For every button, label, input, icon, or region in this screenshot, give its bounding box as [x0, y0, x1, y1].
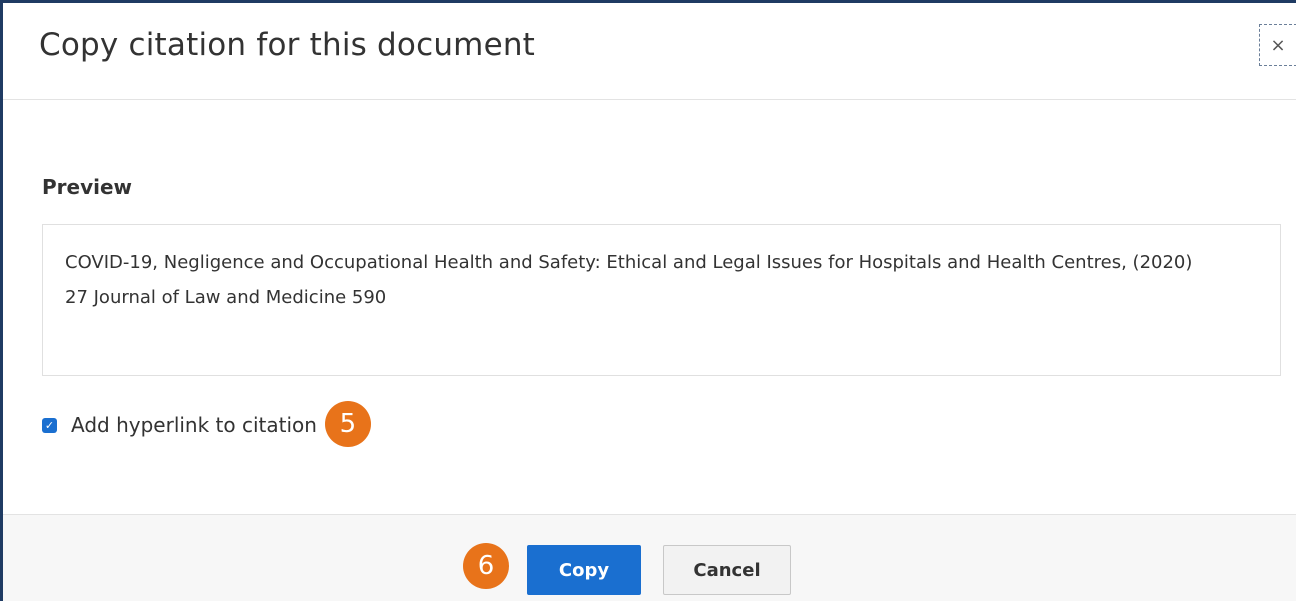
hyperlink-checkbox[interactable]: ✓ [42, 417, 57, 433]
checkmark-icon: ✓ [44, 418, 55, 432]
preview-heading: Preview [42, 175, 133, 199]
cancel-button[interactable]: Cancel [663, 545, 791, 595]
citation-preview: COVID-19, Negligence and Occupational He… [42, 224, 1281, 376]
dialog-footer: 6 Copy Cancel [3, 514, 1296, 601]
close-button[interactable]: × [1259, 24, 1296, 66]
citation-text: COVID-19, Negligence and Occupational He… [65, 252, 1193, 308]
step-6-badge: 6 [463, 543, 509, 589]
copy-button[interactable]: Copy [527, 545, 641, 595]
close-icon: × [1270, 34, 1286, 56]
dialog-title: Copy citation for this document [39, 27, 536, 63]
hyperlink-checkbox-label[interactable]: Add hyperlink to citation [71, 413, 317, 437]
hyperlink-option: ✓ Add hyperlink to citation 5 [42, 401, 371, 447]
copy-citation-dialog: Copy citation for this document × Previe… [0, 0, 1296, 601]
dialog-header: Copy citation for this document × [3, 3, 1296, 100]
step-5-badge: 5 [324, 401, 371, 447]
